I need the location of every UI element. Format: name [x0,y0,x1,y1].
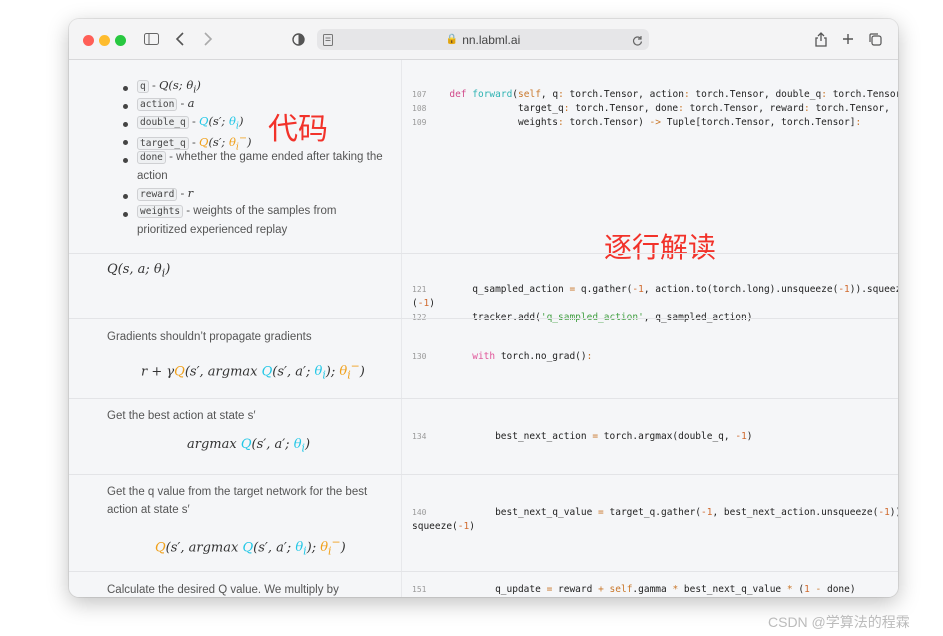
description: - whether the game ended after taking th… [165,151,383,163]
code-block-no-grad: 130 with torch.no_grad(): [412,351,593,362]
section-divider [69,571,898,572]
description: prioritized experienced replay [137,224,288,236]
section-divider [69,398,898,399]
address-bar[interactable]: 🔒 nn.labml.ai [317,29,649,50]
code-block-best-q-value: 140 best_next_q_value = target_q.gather(… [412,507,898,532]
section-text: Gradients shouldn’t propagate gradients [107,331,312,343]
section-math: argmax Q(s′, a′; θi) [187,437,311,455]
close-window-button[interactable] [83,35,94,46]
minimize-window-button[interactable] [99,35,110,46]
sidebar-icon[interactable] [143,30,159,48]
code-tag: action [137,98,178,111]
share-icon[interactable] [814,30,828,48]
list-item: reward - r [137,184,193,204]
code-annotation: 代码 [268,112,328,147]
math: Q(s; θi) [158,78,201,96]
url-text: nn.labml.ai [462,32,521,47]
reload-icon[interactable] [632,31,643,49]
list-item: done - whether the game ended after taki… [137,148,397,185]
code-block-q-update: 151 q_update = reward + self.gamma * bes… [412,584,856,595]
bullet [123,212,128,217]
list-item: action - a [137,94,194,114]
code-tag: double_q [137,116,189,129]
page-content: q - Q(s; θi) action - a double_q - Q(s′;… [69,60,898,597]
browser-window: 🔒 nn.labml.ai q - Q(s; θi) action - a do… [69,19,898,597]
new-tab-icon[interactable] [841,30,855,48]
page-icon [323,31,333,49]
bullet [123,104,128,109]
section-divider [69,253,898,254]
bullet [123,194,128,199]
math: r [187,186,194,200]
column-divider [401,60,402,597]
line-by-line-annotation: 逐行解读 [604,231,717,264]
forward-icon[interactable] [201,30,215,48]
section-text: Calculate the desired Q value. We multip… [107,584,339,596]
back-icon[interactable] [173,30,187,48]
code-tag: q [137,80,149,93]
code-tag: weights [137,205,184,218]
list-item: weights - weights of the samples from pr… [137,202,397,239]
bullet [123,140,128,145]
bullet [123,122,128,127]
section-divider [69,474,898,475]
code-block-forward: 107 def forward(self, q: torch.Tensor, a… [412,89,898,128]
section-divider [69,318,898,319]
description: - weights of the samples from [183,205,337,217]
privacy-shield-icon[interactable] [291,30,305,48]
lock-icon: 🔒 [445,34,459,45]
math: Q(s′; θi−) [199,133,252,153]
section-text: Get the q value from the target network … [107,486,368,516]
code-block-best-action: 134 best_next_action = torch.argmax(doub… [412,431,753,442]
bullet [123,158,128,163]
section-math: Q(s, a; θi) [107,262,171,280]
math: a [187,96,195,110]
description: action [137,170,168,182]
tabs-overview-icon[interactable] [868,30,882,48]
code-tag: done [137,151,166,164]
math: Q(s′; θi) [199,114,244,132]
title-bar: 🔒 nn.labml.ai [69,19,898,60]
watermark: CSDN @学算法的程霖 [768,614,910,630]
code-tag: reward [137,188,178,201]
zoom-window-button[interactable] [115,35,126,46]
bullet [123,86,128,91]
section-math: Q(s′, argmax Q(s′, a′; θi); θi−) [155,536,346,558]
section-math: r + γQ(s′, argmax Q(s′, a′; θi); θi−) [141,360,365,382]
section-text: Get the best action at state s′ [107,410,256,422]
